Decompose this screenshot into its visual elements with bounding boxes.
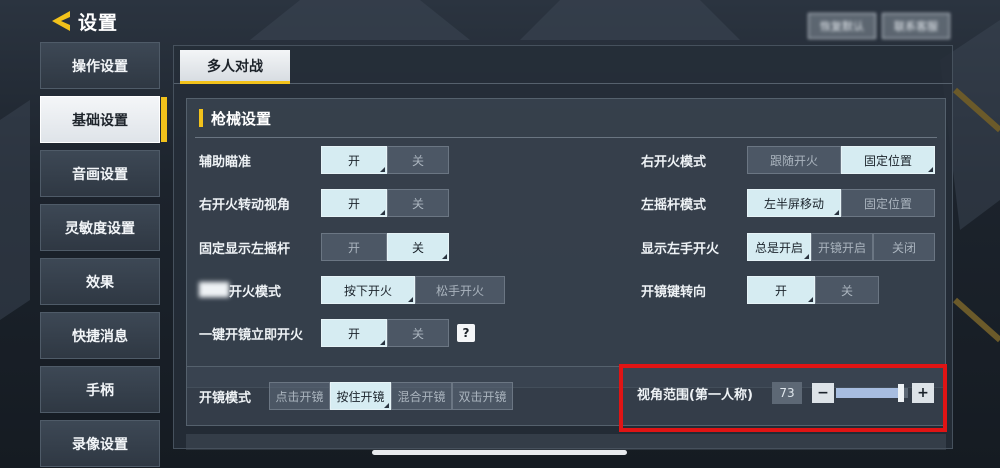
section-title-text: 枪械设置: [211, 109, 272, 128]
sidebar-item-quick-messages[interactable]: 快捷消息: [40, 312, 160, 359]
right-fire-mode-toggle: 跟随开火 固定位置: [747, 146, 935, 174]
row-scope-mode: 开镜模式: [199, 381, 251, 411]
row-label: 辅助瞄准: [199, 154, 252, 170]
highlight-box: [619, 364, 947, 432]
weapon-settings-section: 枪械设置 辅助瞄准 开 关 右开火转动视角 开 关 固定显示左摇杆 开 关 ██…: [186, 98, 946, 388]
option-mixed-scope[interactable]: 混合开镜: [391, 382, 452, 410]
row-label: 右开火转动视角: [199, 197, 291, 213]
scope-key-turn-toggle: 开 关: [747, 276, 879, 304]
contact-service-button[interactable]: 联系客服: [882, 13, 950, 39]
option-closed[interactable]: 关闭: [873, 233, 935, 261]
option-tap-scope[interactable]: 点击开镜: [269, 382, 330, 410]
aim-assist-toggle: 开 关: [321, 146, 449, 174]
option-off[interactable]: 关: [387, 189, 449, 217]
option-hold-scope[interactable]: 按住开镜: [330, 382, 391, 410]
row-scope-key-turn: 开镜键转向: [641, 275, 706, 305]
sidebar-item-sensitivity[interactable]: 灵敏度设置: [40, 204, 160, 251]
help-icon[interactable]: ?: [457, 324, 475, 342]
left-joystick-mode-toggle: 左半屏移动 固定位置: [747, 189, 935, 217]
top-buttons: 恢复默认 联系客服: [808, 13, 950, 39]
option-on[interactable]: 开: [321, 146, 387, 174]
option-fixed-position[interactable]: 固定位置: [841, 146, 935, 174]
sidebar-item-audio-video[interactable]: 音画设置: [40, 150, 160, 197]
page-title: 设置: [78, 11, 119, 34]
scope-mode-toggle: 点击开镜 按住开镜 混合开镜 双击开镜: [269, 382, 513, 410]
row-one-tap-scope-fire: 一键开镜立即开火: [199, 318, 303, 348]
section-divider: [195, 137, 937, 138]
option-off[interactable]: 关: [387, 319, 449, 347]
row-fire-mode: ███ 开火模式: [199, 275, 281, 305]
one-tap-scope-fire-toggle: 开 关: [321, 319, 449, 347]
row-right-fire-turn-view: 右开火转动视角: [199, 188, 290, 218]
option-left-half-move[interactable]: 左半屏移动: [747, 189, 841, 217]
blurred-label-prefix: ███: [199, 282, 229, 298]
fixed-left-joystick-toggle: 开 关: [321, 233, 449, 261]
row-show-left-fire: 显示左手开火: [641, 232, 719, 262]
sidebar-item-recording[interactable]: 录像设置: [40, 420, 160, 467]
row-label: 显示左手开火: [641, 241, 720, 257]
row-right-fire-mode: 右开火模式: [641, 145, 706, 175]
sidebar-item-controller[interactable]: 手柄: [40, 366, 160, 413]
option-scope-on[interactable]: 开镜开启: [811, 233, 873, 261]
row-left-joystick-mode: 左摇杆模式: [641, 188, 706, 218]
row-label: 开镜键转向: [641, 284, 707, 300]
row-label: 固定显示左摇杆: [199, 241, 291, 257]
sidebar-item-operation[interactable]: 操作设置: [40, 42, 160, 89]
option-off[interactable]: 关: [387, 146, 449, 174]
row-aim-assist: 辅助瞄准: [199, 145, 251, 175]
section-accent-bar: [199, 109, 203, 127]
option-off[interactable]: 关: [815, 276, 879, 304]
sidebar-item-basic[interactable]: 基础设置: [40, 96, 167, 143]
section-title: 枪械设置: [199, 107, 271, 129]
right-fire-turn-view-toggle: 开 关: [321, 189, 449, 217]
option-off[interactable]: 关: [387, 233, 449, 261]
row-fixed-left-joystick: 固定显示左摇杆: [199, 232, 290, 262]
option-press-fire[interactable]: 按下开火: [321, 276, 415, 304]
row-label: 开镜模式: [199, 390, 252, 406]
home-indicator: [372, 450, 627, 455]
option-on[interactable]: 开: [747, 276, 815, 304]
tab-multiplayer[interactable]: 多人对战: [180, 50, 290, 84]
next-section-peek: [186, 434, 946, 450]
tab-bar: 多人对战: [174, 46, 952, 84]
option-fixed-position[interactable]: 固定位置: [841, 189, 935, 217]
option-double-tap-scope[interactable]: 双击开镜: [452, 382, 513, 410]
row-label: 一键开镜立即开火: [199, 327, 304, 343]
header: 设置: [48, 6, 118, 36]
row-label: 左摇杆模式: [641, 197, 707, 213]
option-release-fire[interactable]: 松手开火: [415, 276, 505, 304]
row-label: 开火模式: [229, 284, 282, 300]
back-arrow-icon[interactable]: [48, 8, 74, 34]
fire-mode-toggle: 按下开火 松手开火: [321, 276, 505, 304]
option-always-on[interactable]: 总是开启: [747, 233, 811, 261]
sidebar-item-effects[interactable]: 效果: [40, 258, 160, 305]
sidebar: 操作设置 基础设置 音画设置 灵敏度设置 效果 快捷消息 手柄 录像设置: [40, 42, 167, 468]
option-follow-fire[interactable]: 跟随开火: [747, 146, 841, 174]
reset-default-button[interactable]: 恢复默认: [808, 13, 876, 39]
option-on[interactable]: 开: [321, 319, 387, 347]
option-on[interactable]: 开: [321, 233, 387, 261]
option-on[interactable]: 开: [321, 189, 387, 217]
row-label: 右开火模式: [641, 154, 707, 170]
show-left-fire-toggle-off: 关闭: [873, 233, 935, 261]
show-left-fire-toggle: 总是开启 开镜开启: [747, 233, 873, 261]
